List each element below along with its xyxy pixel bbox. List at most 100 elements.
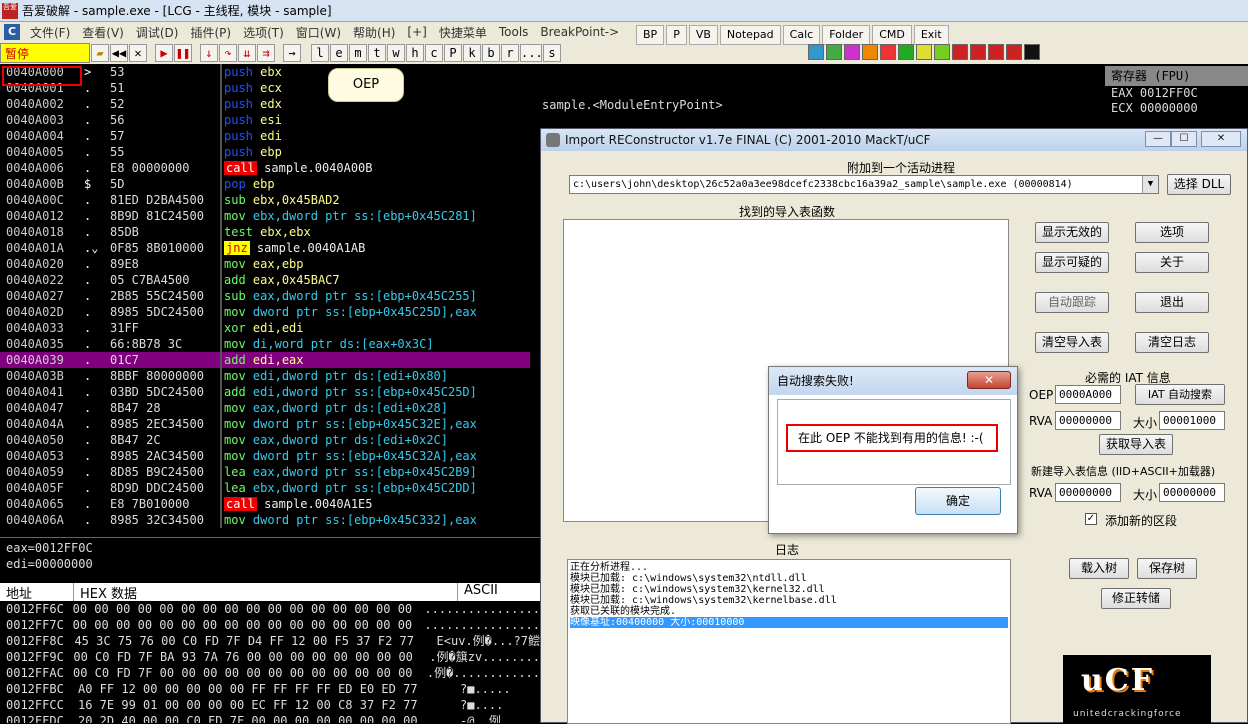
chevron-down-icon[interactable]: ▼ [1142,176,1158,193]
show-suspect-button[interactable]: 显示可疑的 [1035,252,1109,273]
c-icon[interactable]: C [4,24,20,40]
dump-row[interactable]: 0012FF8C 45 3C 75 76 00 C0 FD 7F D4 FF 12… [0,633,540,649]
disasm-row[interactable]: 0040A004. 57 push edi [0,128,530,144]
dump-row[interactable]: 0012FFDC 20 2D 40 00 00 C0 FD 7F 00 00 00… [0,713,540,723]
maximize-icon[interactable]: ☐ [1171,131,1197,147]
trace-over-icon[interactable]: ⇉ [257,44,275,62]
disassembly-pane[interactable]: 0040A000 >53 push ebx 0040A001. 51 push ecx 00… [0,64,530,537]
log-line-selected[interactable]: 映像基址:00400000 大小:00010000 [570,617,1008,628]
toolbar-letter-m[interactable]: m [349,44,367,62]
irec-close-icon[interactable]: ✕ [1201,131,1241,147]
about-button[interactable]: 关于 [1135,252,1209,273]
disasm-row[interactable]: 0040A03B. 8BBF 80000000 mov edi,dword ptr … [0,368,530,384]
toolbar-letter-s[interactable]: s [543,44,561,62]
ok-button[interactable]: 确定 [915,487,1001,515]
toolbar-letter-dots[interactable]: ... [520,44,543,62]
calc-button[interactable]: Calc [782,25,821,45]
close-icon[interactable]: ✕ [129,44,147,62]
oep-field[interactable]: 0000A000 [1055,385,1121,404]
log-list[interactable]: 正在分析进程... 模块已加载: c:\windows\system32\ntd… [567,559,1011,724]
menu-file[interactable]: 文件(F) [24,24,76,41]
plugin-u-icon[interactable] [826,44,842,60]
disasm-row[interactable]: 0040A006. E8 00000000 call sample.0040A00B [0,160,530,176]
vb-button[interactable]: VB [688,25,718,45]
disasm-row[interactable]: 0040A065. E8 7B010000 call sample.0040A1E5 [0,496,530,512]
disasm-row[interactable]: 0040A06A. 8985 32C34500 mov dword ptr ss:[… [0,512,530,528]
auto-trace-button[interactable]: 自动跟踪 [1035,292,1109,313]
disasm-row[interactable]: 0040A053. 8985 2AC34500 mov dword ptr ss:[… [0,448,530,464]
notepad-button[interactable]: Notepad [719,25,781,45]
dialog-close-icon[interactable]: ✕ [967,371,1011,389]
disasm-row[interactable]: 0040A02D. 8985 5DC24500 mov dword ptr ss:[… [0,304,530,320]
process-select[interactable]: c:\users\john\desktop\26c52a0a3ee98dcefc… [569,175,1159,194]
folder-button[interactable]: Folder [822,25,871,45]
plugin-red3-icon[interactable] [988,44,1004,60]
menu-breakpoint[interactable]: BreakPoint-> [534,25,625,39]
disasm-row[interactable]: 0040A022. 05 C7BA4500 add eax,0x45BAC7 [0,272,530,288]
add-section-checkbox[interactable]: ✓ [1085,513,1097,525]
disasm-row[interactable]: 0040A018. 85DB test ebx,ebx [0,224,530,240]
dump-row[interactable]: 0012FF6C 00 00 00 00 00 00 00 00 00 00 00… [0,601,540,617]
toolbar-letter-b[interactable]: b [482,44,500,62]
menu-quick[interactable]: 快捷菜单 [433,24,493,41]
disasm-row[interactable]: 0040A005. 55 push ebp [0,144,530,160]
fix-dump-button[interactable]: 修正转储 [1101,588,1171,609]
load-tree-button[interactable]: 载入树 [1069,558,1129,579]
disasm-row[interactable]: 0040A027. 2B85 55C24500 sub eax,dword ptr … [0,288,530,304]
disasm-row[interactable]: 0040A04A. 8985 2EC34500 mov dword ptr ss:[… [0,416,530,432]
dump-row[interactable]: 0012FFBC A0 FF 12 00 00 00 00 00 FF FF FF… [0,681,540,697]
toolbar-letter-t[interactable]: t [368,44,386,62]
save-tree-button[interactable]: 保存树 [1137,558,1197,579]
toolbar-letter-w[interactable]: w [387,44,405,62]
execute-till-return-icon[interactable]: → [283,44,301,62]
menu-plugins[interactable]: 插件(P) [184,24,237,41]
disasm-row[interactable]: 0040A003. 56 push esi [0,112,530,128]
plugin-red1-icon[interactable] [952,44,968,60]
disasm-row[interactable]: 0040A047. 8B47 28 mov eax,dword ptr ds:[ed… [0,400,530,416]
menu-tools[interactable]: Tools [493,25,535,39]
clear-log-button[interactable]: 清空日志 [1135,332,1209,353]
disasm-row[interactable]: 0040A05F. 8D9D DDC24500 lea ebx,dword ptr … [0,480,530,496]
disasm-row[interactable]: 0040A039. 01C7 add edi,eax [0,352,530,368]
exit-button[interactable]: Exit [913,25,949,45]
open-icon[interactable]: ▰ [91,44,109,62]
disasm-row[interactable]: 0040A012. 8B9D 81C24500 mov ebx,dword ptr … [0,208,530,224]
disasm-row[interactable]: 0040A059. 8D85 B9C24500 lea eax,dword ptr … [0,464,530,480]
size-field[interactable]: 00001000 [1159,411,1225,430]
disasm-row[interactable]: 0040A035. 66:8B78 3C mov di,word ptr ds:[e… [0,336,530,352]
minimize-icon[interactable]: — [1145,131,1171,147]
dump-row[interactable]: 0012FFAC 00 C0 FD 7F 00 00 00 00 00 00 00… [0,665,540,681]
dump-row[interactable]: 0012FF9C 00 C0 FD 7F BA 93 7A 76 00 00 00… [0,649,540,665]
plugin-black-icon[interactable] [1024,44,1040,60]
size2-field[interactable]: 00000000 [1159,483,1225,502]
toolbar-letter-h[interactable]: h [406,44,424,62]
dump-row[interactable]: 0012FF7C 00 00 00 00 00 00 00 00 00 00 00… [0,617,540,633]
show-invalid-button[interactable]: 显示无效的 [1035,222,1109,243]
disasm-row[interactable]: 0040A033. 31FF xor edi,edi [0,320,530,336]
toolbar-letter-r[interactable]: r [501,44,519,62]
disasm-row[interactable]: 0040A020. 89E8 mov eax,ebp [0,256,530,272]
disasm-row[interactable]: 0040A041. 03BD 5DC24500 add edi,dword ptr … [0,384,530,400]
clear-imports-button[interactable]: 清空导入表 [1035,332,1109,353]
disasm-row[interactable]: 0040A050. 8B47 2C mov eax,dword ptr ds:[ed… [0,432,530,448]
toolbar-letter-k[interactable]: k [463,44,481,62]
toolbar-letter-l[interactable]: l [311,44,329,62]
restart-icon[interactable]: ◀◀ [110,44,128,62]
select-dll-button[interactable]: 选择 DLL [1167,174,1231,195]
exit-irec-button[interactable]: 退出 [1135,292,1209,313]
pause-icon[interactable]: ❚❚ [174,44,192,62]
step-over-icon[interactable]: ↷ [219,44,237,62]
menu-window[interactable]: 窗口(W) [290,24,347,41]
trace-into-icon[interactable]: ⇊ [238,44,256,62]
step-into-icon[interactable]: ↓ [200,44,218,62]
menu-view[interactable]: 查看(V) [76,24,130,41]
menu-debug[interactable]: 调试(D) [130,24,185,41]
dump-row[interactable]: 0012FFCC 16 7E 99 01 00 00 00 00 EC FF 12… [0,697,540,713]
disasm-row[interactable]: 0040A00B $5D pop ebp [0,176,530,192]
plugin-a-icon[interactable] [844,44,860,60]
menu-plus[interactable]: [+] [401,25,432,39]
plugin-red4-icon[interactable] [1006,44,1022,60]
toolbar-letter-c[interactable]: c [425,44,443,62]
plugin-green-icon[interactable] [898,44,914,60]
plugin-yellow-icon[interactable] [916,44,932,60]
